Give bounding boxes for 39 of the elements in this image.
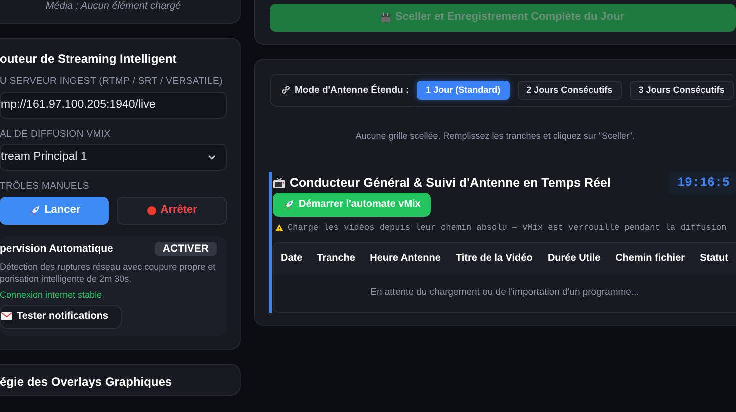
ingest-url-field[interactable]: mp://161.97.100.205:1940/live — [0, 92, 227, 119]
column-header: Chemin fichier — [608, 242, 694, 275]
panel-title: égie des Overlays Graphiques — [0, 374, 174, 390]
panel-title: outeur de Streaming Intelligent — [0, 52, 178, 66]
clock: 19:16:5 — [669, 172, 736, 195]
connection-status: Connexion internet stable — [0, 290, 104, 301]
column-header: Tranche — [310, 242, 364, 275]
chevron-down-icon — [208, 155, 216, 160]
mode-option[interactable]: 1 Jour (Standard) — [417, 81, 510, 100]
warning-icon — [275, 224, 284, 232]
rocket-icon — [283, 198, 295, 211]
mode-label: Mode d'Antenne Étendu : — [295, 84, 410, 96]
channel-select[interactable]: tream Principal 1 — [0, 144, 227, 172]
warning-text: Charge les vidéos depuis leur chemin absolu — vMix est verrouillé pendant la diffusion — [288, 222, 727, 233]
media-status: Média : Aucun élément chargé — [44, 1, 182, 13]
supervision-description: Détection des ruptures réseau avec coupure propre et porisation intelligente de 2m 30s. — [0, 261, 217, 286]
mode-option[interactable]: 2 Jours Consécutifs — [518, 81, 622, 100]
activate-button[interactable]: ACTIVER — [154, 242, 217, 256]
supervision-title: pervision Automatique — [0, 242, 114, 256]
calendar-icon — [381, 13, 392, 23]
test-notifications-button[interactable]: Tester notifications — [0, 304, 122, 329]
column-header: Statut — [693, 242, 736, 275]
empty-table-message: En attente du chargement ou de l'importation d'un programme... — [274, 274, 736, 312]
tv-icon — [273, 178, 286, 189]
column-header: Titre de la Vidéo — [448, 242, 541, 275]
stop-button[interactable]: Arrêter — [117, 196, 228, 225]
field-label: U SERVEUR INGEST (RTMP / SRT / VERSATILE) — [0, 76, 224, 88]
column-header: Date — [274, 242, 310, 275]
empty-grid-message: Aucune grille scellée. Remplissez les tranches et cliquez sur "Sceller". — [354, 130, 636, 142]
field-label: AL DE DIFFUSION VMIX — [0, 128, 112, 140]
rundown-title: Conducteur Général & Suivi d'Antenne en Temps Réel — [290, 176, 611, 191]
column-header: Durée Utile — [540, 242, 609, 275]
link-icon — [281, 85, 291, 96]
envelope-icon — [1, 312, 13, 322]
field-label: TRÔLES MANUELS — [0, 181, 90, 193]
column-header: Heure Antenne — [363, 242, 449, 275]
rocket-icon — [28, 204, 41, 217]
mode-option[interactable]: 3 Jours Consécutifs — [630, 81, 734, 100]
record-icon — [146, 206, 157, 216]
